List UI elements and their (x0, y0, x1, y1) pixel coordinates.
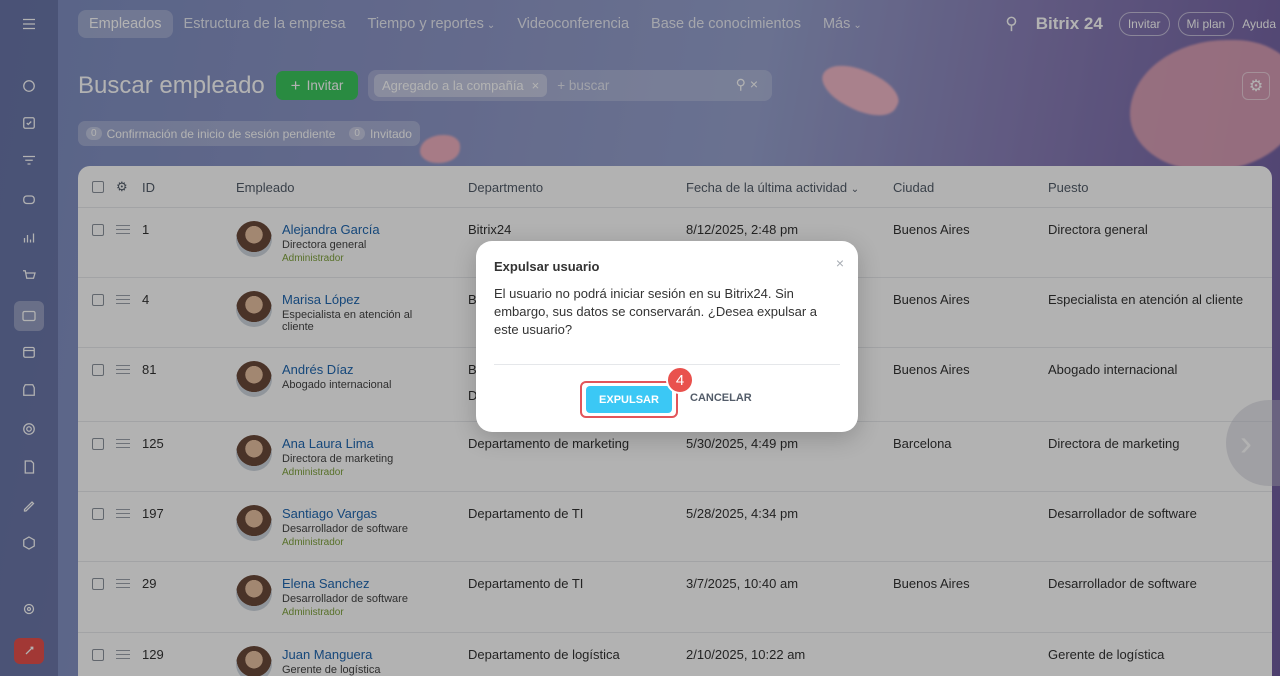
dialog-title: Expulsar usuario (494, 259, 600, 274)
cancel-button[interactable]: CANCELAR (690, 392, 752, 404)
expel-user-dialog: Expulsar usuario × El usuario no podrá i… (476, 241, 858, 432)
divider (494, 364, 840, 365)
expel-button[interactable]: EXPULSAR (580, 381, 678, 418)
dialog-message: El usuario no podrá iniciar sesión en su… (494, 286, 818, 337)
step-badge: 4 (666, 366, 694, 394)
expel-button-label: EXPULSAR (586, 386, 672, 413)
close-icon[interactable]: × (836, 255, 844, 271)
